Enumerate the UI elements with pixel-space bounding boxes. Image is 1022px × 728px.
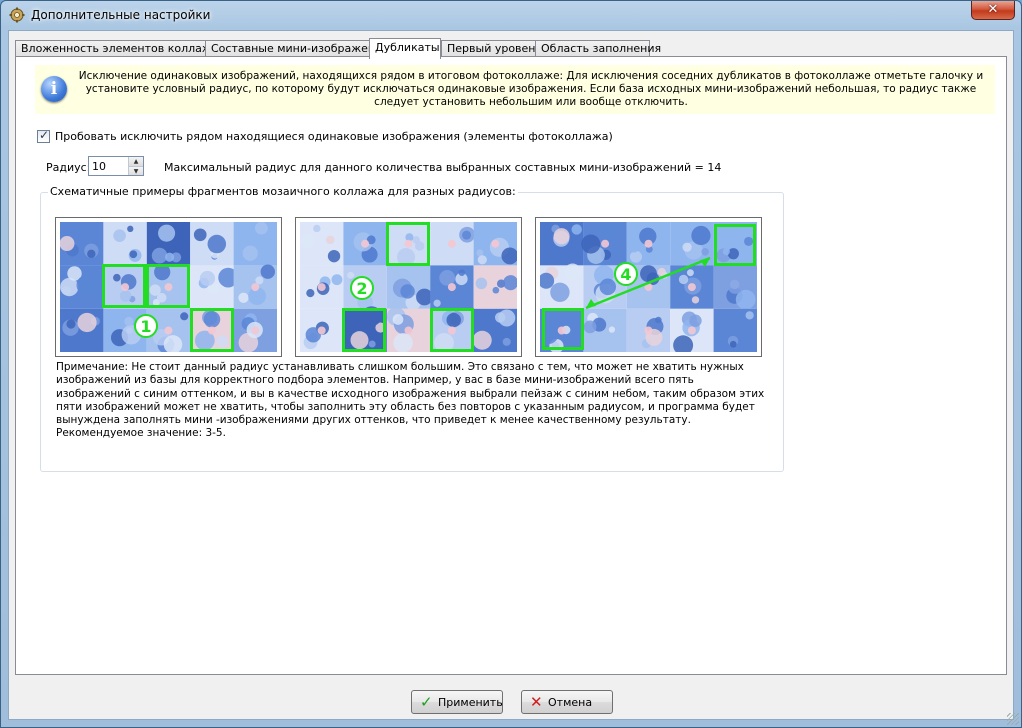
checkmark-icon: ✓ (39, 128, 50, 142)
gear-icon (9, 7, 25, 23)
duplicates-panel: i Исключение одинаковых изображений, нах… (15, 56, 1007, 675)
tab-fill-area[interactable]: Область заполнения (535, 40, 661, 57)
close-icon: ✕ (987, 2, 999, 17)
info-text: Исключение одинаковых изображений, наход… (78, 70, 984, 108)
example-radius-number: 2 (356, 279, 367, 298)
title-bar[interactable]: Дополнительные настройки ✕ (1, 1, 1021, 30)
cancel-button[interactable]: ✕ Отмена (521, 690, 613, 714)
max-radius-text: Максимальный радиус для данного количест… (164, 161, 722, 174)
resize-grip[interactable] (1007, 713, 1019, 725)
spin-up-icon[interactable]: ▲ (129, 157, 143, 166)
examples-group: Схематичные примеры фрагментов мозаичног… (40, 185, 784, 472)
radius-stepper[interactable]: ▲ ▼ (88, 156, 144, 176)
apply-button[interactable]: ✓ Применить (411, 690, 503, 714)
apply-button-label: Применить (438, 696, 503, 709)
check-icon: ✓ (420, 693, 433, 711)
note-text: Примечание: Не стоит данный радиус устан… (56, 361, 765, 440)
example-radius-number: 4 (620, 265, 631, 284)
radius-label: Радиус: (46, 161, 91, 174)
examples-group-title: Схематичные примеры фрагментов мозаичног… (48, 185, 518, 198)
info-banner: i Исключение одинаковых изображений, нах… (35, 65, 995, 114)
example-radius-number: 1 (140, 317, 151, 336)
settings-window: Дополнительные настройки ✕ Вложенность э… (0, 0, 1022, 728)
mosaic-example-2: 2 (300, 222, 517, 352)
exclude-duplicates-label[interactable]: Пробовать исключить рядом находящиеся од… (55, 130, 613, 143)
radius-spin-buttons: ▲ ▼ (128, 157, 143, 175)
example-radius-4: 4 (535, 217, 762, 357)
window-title: Дополнительные настройки (31, 8, 211, 22)
close-button[interactable]: ✕ (971, 1, 1015, 20)
mosaic-example-1: 1 (60, 222, 277, 352)
cancel-button-label: Отмена (548, 696, 593, 709)
tab-composite-thumbnails[interactable]: Составные мини-изображения (205, 40, 389, 57)
exclude-duplicates-checkbox[interactable]: ✓ (37, 128, 50, 143)
info-icon: i (41, 76, 67, 102)
tab-first-level[interactable]: Первый уровень (441, 40, 542, 57)
tab-collage-nesting[interactable]: Вложенность элементов коллажа (15, 40, 219, 57)
mosaic-example-4: 4 (540, 222, 757, 352)
spin-down-icon[interactable]: ▼ (129, 166, 143, 175)
example-radius-2: 2 (295, 217, 522, 357)
example-radius-1: 1 (55, 217, 282, 357)
cross-icon: ✕ (530, 693, 543, 711)
tab-duplicates[interactable]: Дубликаты (369, 38, 441, 59)
dialog-client-area: Вложенность элементов коллажа Составные … (8, 30, 1014, 720)
